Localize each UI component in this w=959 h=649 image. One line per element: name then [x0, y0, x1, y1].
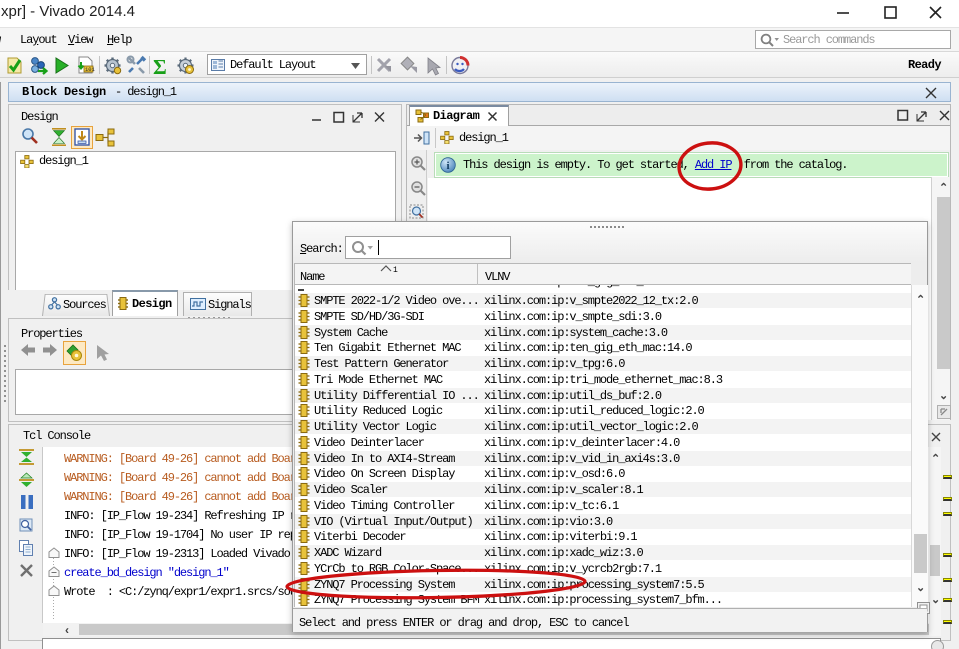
svg-text:1: 1 — [393, 266, 398, 273]
svg-text:Σ: Σ — [153, 55, 167, 79]
svg-text:101: 101 — [85, 66, 96, 73]
svg-text:i: i — [446, 160, 449, 172]
